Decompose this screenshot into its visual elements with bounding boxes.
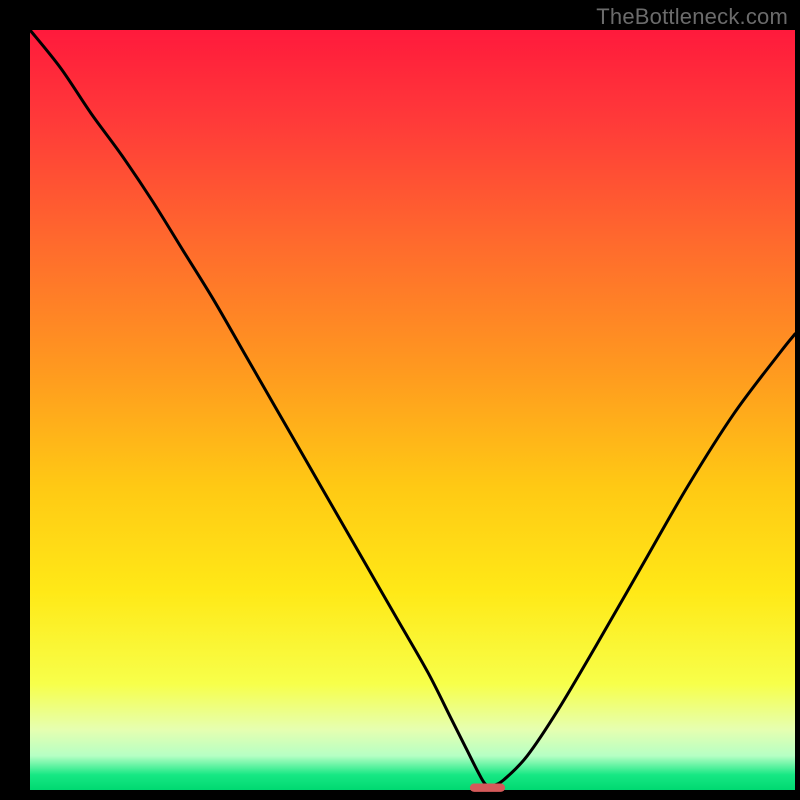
optimum-marker — [470, 784, 505, 792]
bottleneck-chart — [0, 0, 800, 800]
plot-background — [30, 30, 795, 790]
chart-frame: TheBottleneck.com — [0, 0, 800, 800]
